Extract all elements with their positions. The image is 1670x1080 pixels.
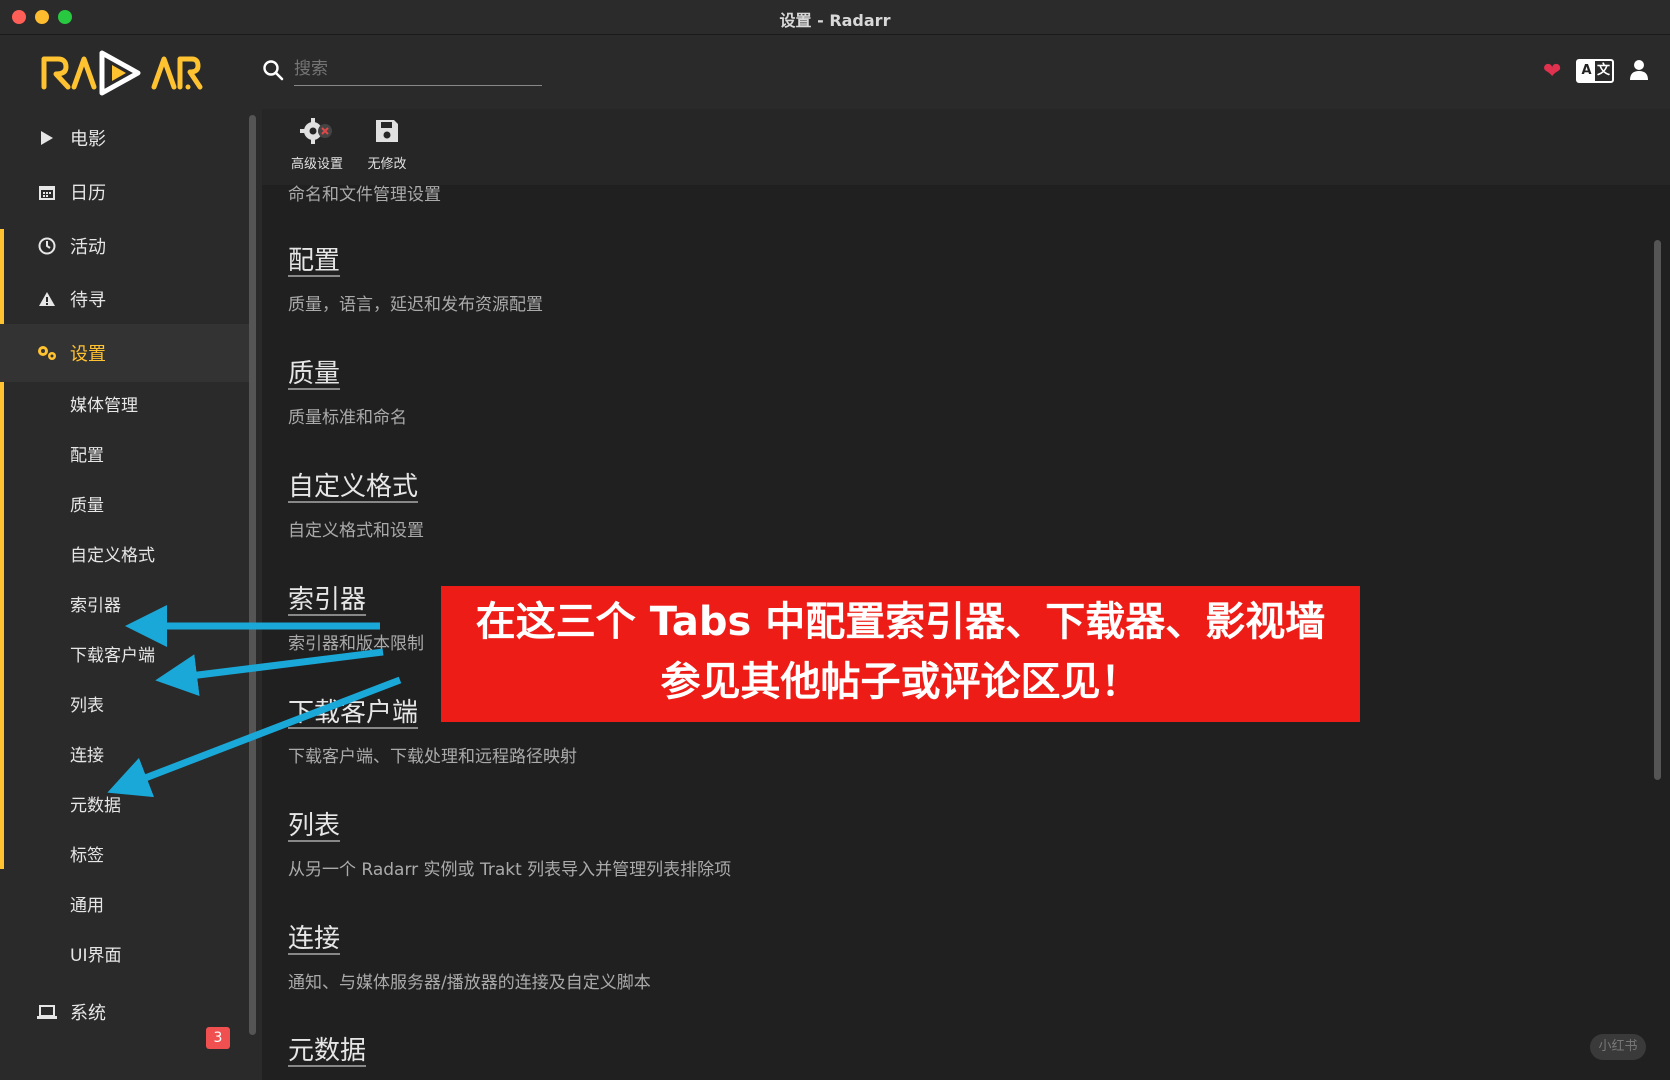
section-desc-indexers: 索引器和版本限制 (288, 634, 424, 654)
section-title-download-clients[interactable]: 下载客户端 (288, 692, 418, 729)
sidebar-item-settings[interactable]: 设置 (0, 324, 250, 382)
sidebar-item-label: 系统 (70, 1003, 106, 1024)
sidebar-scrollbar[interactable] (249, 115, 256, 1035)
annotation-line-1: 在这三个 Tabs 中配置索引器、下载器、影视墙 (475, 599, 1326, 645)
section-title-profiles[interactable]: 配置 (288, 240, 340, 277)
section-desc-custom-formats: 自定义格式和设置 (288, 521, 424, 541)
save-label: 无修改 (367, 157, 407, 172)
sidebar-sub-metadata[interactable]: 元数据 (70, 791, 121, 821)
page-toolbar: 高级设置 无修改 (262, 109, 1670, 185)
save-icon (376, 120, 398, 142)
section-title-lists[interactable]: 列表 (288, 805, 340, 842)
sidebar-item-movies[interactable]: 电影 (0, 118, 250, 158)
section-desc-connect: 通知、与媒体服务器/播放器的连接及自定义脚本 (288, 973, 651, 993)
sidebar-sub-lists[interactable]: 列表 (70, 691, 104, 721)
donate-heart-icon[interactable]: ❤ (1543, 61, 1561, 83)
app-header: ❤ A文 (0, 35, 1670, 109)
sidebar-item-label: 设置 (70, 344, 106, 365)
sidebar-item-wanted[interactable]: 待寻 (0, 279, 250, 319)
content-scrollbar[interactable] (1654, 240, 1661, 780)
sidebar-sub-quality[interactable]: 质量 (70, 491, 104, 521)
window-title: 设置 - Radarr (779, 11, 891, 30)
section-desc-download-clients: 下载客户端、下载处理和远程路径映射 (288, 747, 577, 767)
sidebar-sub-download-clients[interactable]: 下载客户端 (70, 641, 155, 671)
sidebar-sub-connect[interactable]: 连接 (70, 741, 104, 771)
title-bar: 设置 - Radarr (0, 0, 1670, 35)
section-desc-lists: 从另一个 Radarr 实例或 Trakt 列表导入并管理列表排除项 (288, 860, 732, 880)
laptop-icon (36, 1001, 58, 1023)
watermark: 小红书 (1590, 1034, 1646, 1060)
radarr-logo[interactable] (40, 47, 210, 99)
sidebar-item-label: 日历 (70, 183, 106, 204)
annotation-line-2: 参见其他帖子或评论区见！ (660, 659, 1141, 705)
play-icon (36, 127, 58, 149)
sidebar-sub-media-management[interactable]: 媒体管理 (70, 391, 138, 421)
calendar-icon (36, 181, 58, 203)
gear-icon (300, 118, 332, 144)
user-icon[interactable] (1628, 59, 1650, 81)
save-button[interactable]: 无修改 (352, 117, 422, 181)
sidebar-sub-custom-formats[interactable]: 自定义格式 (70, 541, 155, 571)
section-title-connect[interactable]: 连接 (288, 918, 340, 955)
advanced-settings-button[interactable]: 高级设置 (282, 117, 352, 181)
sidebar-sub-profiles[interactable]: 配置 (70, 441, 104, 471)
sidebar-sub-general[interactable]: 通用 (70, 891, 104, 921)
section-desc-profiles: 质量，语言，延迟和发布资源配置 (288, 295, 543, 315)
gears-icon (36, 342, 58, 364)
clock-icon (36, 235, 58, 257)
sidebar-item-calendar[interactable]: 日历 (0, 172, 250, 212)
section-title-quality[interactable]: 质量 (288, 353, 340, 390)
sidebar-item-activity[interactable]: 活动 (0, 226, 250, 266)
search-input[interactable] (294, 53, 542, 86)
sidebar-sub-ui[interactable]: UI界面 (70, 941, 121, 971)
sidebar-sub-indexers[interactable]: 索引器 (70, 591, 121, 621)
annotation-banner: 在这三个 Tabs 中配置索引器、下载器、影视墙 参见其他帖子或评论区见！ (441, 586, 1360, 722)
search-icon (263, 60, 284, 81)
sidebar-sub-tags[interactable]: 标签 (70, 841, 104, 871)
section-title-metadata[interactable]: 元数据 (288, 1030, 366, 1067)
sidebar-item-system[interactable]: 系统 (0, 992, 250, 1032)
sidebar-item-label: 电影 (70, 129, 106, 150)
translate-icon[interactable]: A文 (1576, 59, 1614, 83)
warning-icon (36, 288, 58, 310)
sidebar-item-label: 活动 (70, 237, 106, 258)
system-badge: 3 (206, 1027, 230, 1049)
section-desc-media-management: 命名和文件管理设置 (288, 185, 441, 205)
section-title-custom-formats[interactable]: 自定义格式 (288, 466, 418, 503)
sidebar-item-label: 待寻 (70, 290, 106, 311)
section-title-indexers[interactable]: 索引器 (288, 579, 366, 616)
advanced-settings-label: 高级设置 (290, 157, 343, 172)
section-desc-quality: 质量标准和命名 (288, 408, 407, 428)
